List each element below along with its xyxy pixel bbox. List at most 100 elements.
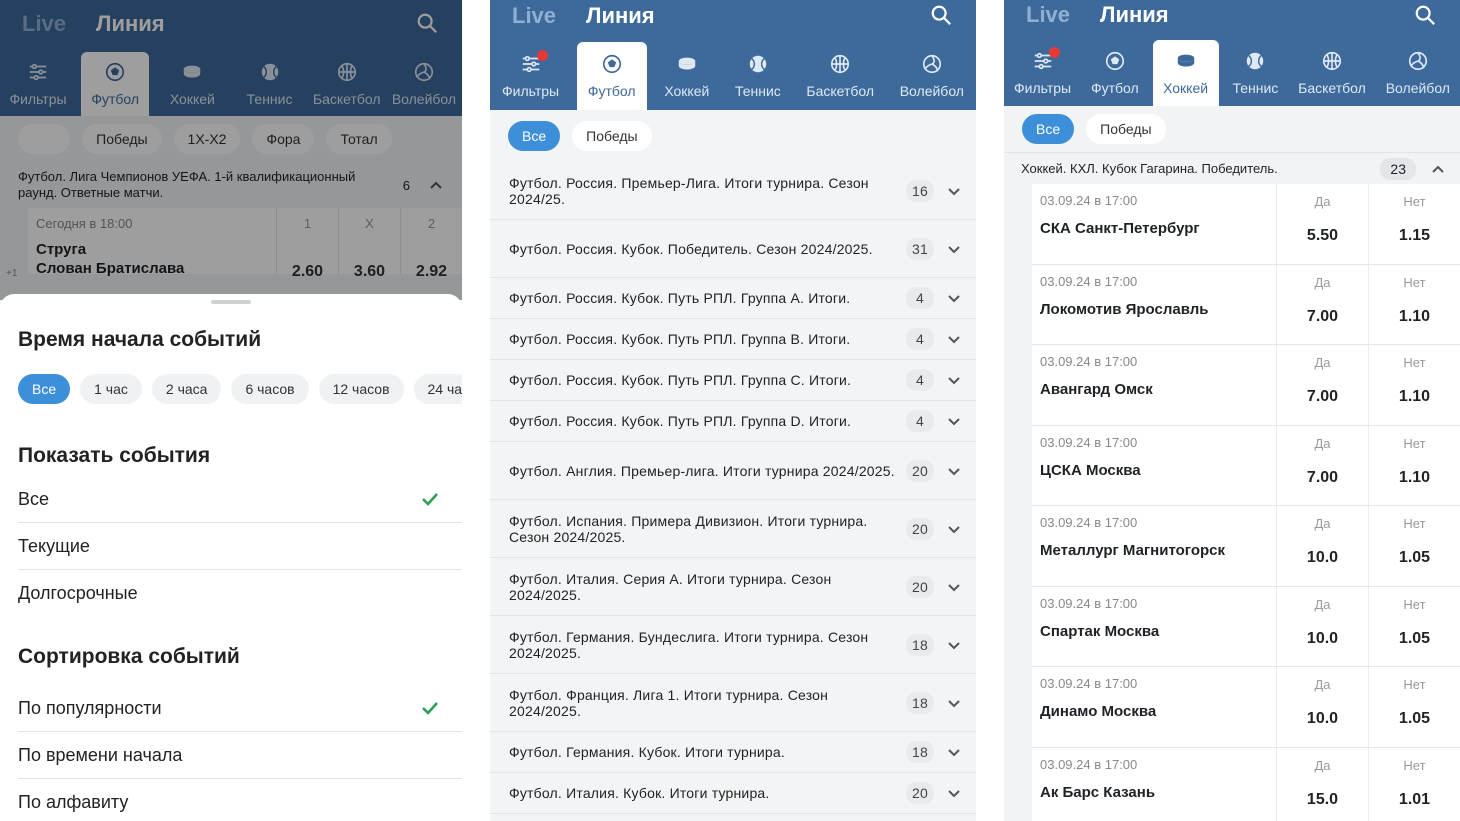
chip-wins[interactable]: Победы [1086,114,1166,144]
event-row[interactable]: 03.09.24 в 17:00 Спартак Москва Да 10.0 Нет 1… [1032,586,1460,667]
sheet-handle[interactable] [211,300,251,304]
league-row[interactable]: Футбол. Англия. Премьер-лига. Итоги турн… [490,442,976,500]
odd-yes[interactable]: Да 10.0 [1276,667,1368,747]
odd-yes[interactable]: Да 7.00 [1276,345,1368,425]
odd-yes[interactable]: Да 7.00 [1276,425,1368,505]
event-row[interactable]: 03.09.24 в 17:00 СКА Санкт-Петербург Да 5.5… [1032,184,1460,265]
time-chip-6h[interactable]: 6 часов [231,374,309,404]
chip-all[interactable]: Все [1022,114,1075,144]
odd-value: 1.15 [1398,227,1431,244]
chevron-down-icon[interactable] [946,413,962,429]
team-name: Ак Барс Казань [1040,783,1156,801]
time-chip-2h[interactable]: 2 часа [151,374,222,404]
sport-tab-basketball[interactable]: Баскетбол [798,42,882,110]
chevron-down-icon[interactable] [946,695,962,711]
league-row[interactable]: Футбол. Германия. Кубок. Итоги турнира. 1… [490,732,976,773]
chevron-down-icon[interactable] [946,785,962,801]
league-row[interactable]: Футбол. Россия. Кубок. Путь РПЛ. Группа … [490,360,976,401]
chip-wins[interactable]: Победы [572,121,652,151]
sport-tab-soccer-ball[interactable]: Футбол [576,42,647,110]
notification-badge [536,50,548,61]
chevron-down-icon[interactable] [946,637,962,653]
odd-no[interactable]: Нет 1.05 [1368,506,1460,586]
league-row[interactable]: Футбол. Франция. Лига 1. Итоги турнира. … [490,674,976,732]
league-row[interactable]: Футбол. Италия. Кубок. Итоги турнира. 20 [490,773,976,814]
sort-option-alphabet[interactable]: По алфавиту [18,779,462,821]
time-chip-12h[interactable]: 12 часов [318,374,404,404]
search-icon[interactable] [1414,4,1436,26]
league-row[interactable]: Футбол. Италия. Серия А. Итоги турнира. … [490,558,976,616]
chevron-down-icon[interactable] [946,331,962,347]
time-chip-1h[interactable]: 1 час [80,374,142,404]
league-count: 4 [906,328,934,350]
league-header[interactable]: Хоккей. КХЛ. Кубок Гагарина. Победитель.… [1004,152,1460,184]
sort-option-start-time[interactable]: По времени начала [18,732,462,779]
chevron-down-icon[interactable] [946,521,962,537]
tab-live[interactable]: Live [1026,2,1070,28]
dim-overlay[interactable] [0,0,462,300]
league-count: 20 [906,517,934,540]
odd-yes[interactable]: Да 5.50 [1276,184,1368,264]
event-row[interactable]: 03.09.24 в 17:00 Металлург Магнитогорск Да… [1032,506,1460,587]
odd-no[interactable]: Нет 1.05 [1368,586,1460,666]
odd-no[interactable]: Нет 1.10 [1368,264,1460,344]
league-row[interactable]: Футбол. Россия. Кубок. Путь РПЛ. Группа … [490,319,976,360]
event-time: 03.09.24 в 17:00 [1040,676,1138,691]
league-title: Футбол. Россия. Кубок. Победитель. Сезон… [509,240,873,257]
league-row[interactable]: Футбол. Россия. Кубок. Путь РПЛ. Группа … [490,401,976,442]
tab-live[interactable]: Live [512,3,556,29]
event-row[interactable]: 03.09.24 в 17:00 ЦСКА Москва Да 7.00 Нет 1.10 [1032,425,1460,506]
odd-no[interactable]: Нет 1.10 [1368,345,1460,425]
league-row[interactable]: Футбол. Испания. Примера Дивизион. Итоги… [490,500,976,558]
show-option-current[interactable]: Текущие [18,523,462,570]
sport-tab-tennis-ball[interactable]: Теннис [1226,40,1284,106]
sport-tab-soccer-ball[interactable]: Футбол [1085,40,1145,106]
tab-line[interactable]: Линия [1100,2,1169,28]
sort-option-popularity[interactable]: По популярности [18,685,462,732]
league-row[interactable]: Футбол. Германия. Бундеслига. Итоги турн… [490,616,976,674]
league-row[interactable]: Футбол. Россия. Премьер-Лига. Итоги турн… [490,162,976,220]
event-row[interactable]: 03.09.24 в 17:00 Авангард Омск Да 7.00 Нет 1.… [1032,345,1460,426]
odd-label: Да [1314,516,1331,531]
odd-yes[interactable]: Да 15.0 [1276,747,1368,821]
odd-label: Нет [1403,677,1426,692]
chip-all[interactable]: Все [508,121,561,151]
event-row[interactable]: 03.09.24 в 17:00 Динамо Москва Да 10.0 Нет 1.… [1032,667,1460,748]
sport-tab-filters[interactable]: Фильтры [494,42,567,110]
sport-tab-filters[interactable]: Фильтры [1008,40,1077,106]
odd-no[interactable]: Нет 1.10 [1368,425,1460,505]
odd-yes[interactable]: Да 10.0 [1276,506,1368,586]
chevron-down-icon[interactable] [946,183,962,199]
odd-yes[interactable]: Да 10.0 [1276,586,1368,666]
league-row[interactable]: Футбол. Россия. Кубок. Путь РПЛ. Группа … [490,278,976,319]
odd-value: 7.00 [1306,307,1339,325]
show-option-all[interactable]: Все [18,476,462,523]
time-chip-24h[interactable]: 24 час [413,374,462,404]
sport-tab-volleyball[interactable]: Волейбол [892,42,972,110]
sport-tab-tennis-ball[interactable]: Теннис [727,42,789,110]
sport-tab-volleyball[interactable]: Волейбол [1380,40,1456,106]
sport-tab-hockey-puck[interactable]: Хоккей [1152,40,1219,106]
chevron-down-icon[interactable] [946,744,962,760]
chevron-down-icon[interactable] [946,290,962,306]
chevron-down-icon[interactable] [946,463,962,479]
sport-tab-basketball[interactable]: Баскетбол [1292,40,1372,106]
odd-no[interactable]: Нет 1.15 [1368,184,1460,264]
odd-no[interactable]: Нет 1.05 [1368,667,1460,747]
chevron-down-icon[interactable] [946,579,962,595]
chevron-down-icon[interactable] [946,241,962,257]
chevron-down-icon[interactable] [946,372,962,388]
sport-tab-hockey-puck[interactable]: Хоккей [656,42,717,110]
event-row[interactable]: 03.09.24 в 17:00 Ак Барс Казань Да 15.0 Нет 1… [1032,747,1460,821]
event-row[interactable]: 03.09.24 в 17:00 Локомотив Ярославль Да 7.0… [1032,264,1460,345]
time-chip-all[interactable]: Все [18,374,71,404]
search-icon[interactable] [930,4,952,26]
odd-value: 1.05 [1398,549,1431,566]
league-row[interactable]: Футбол. Россия. Кубок. Победитель. Сезон… [490,220,976,278]
odd-yes[interactable]: Да 7.00 [1276,264,1368,344]
football-list-screen: Live Линия Фильтры Футбол Хоккей Теннис Баск… [490,0,976,821]
odd-no[interactable]: Нет 1.01 [1368,747,1460,821]
show-option-longterm[interactable]: Долгосрочные [18,570,462,617]
tab-line[interactable]: Линия [586,3,655,29]
chevron-up-icon[interactable] [1430,161,1446,177]
